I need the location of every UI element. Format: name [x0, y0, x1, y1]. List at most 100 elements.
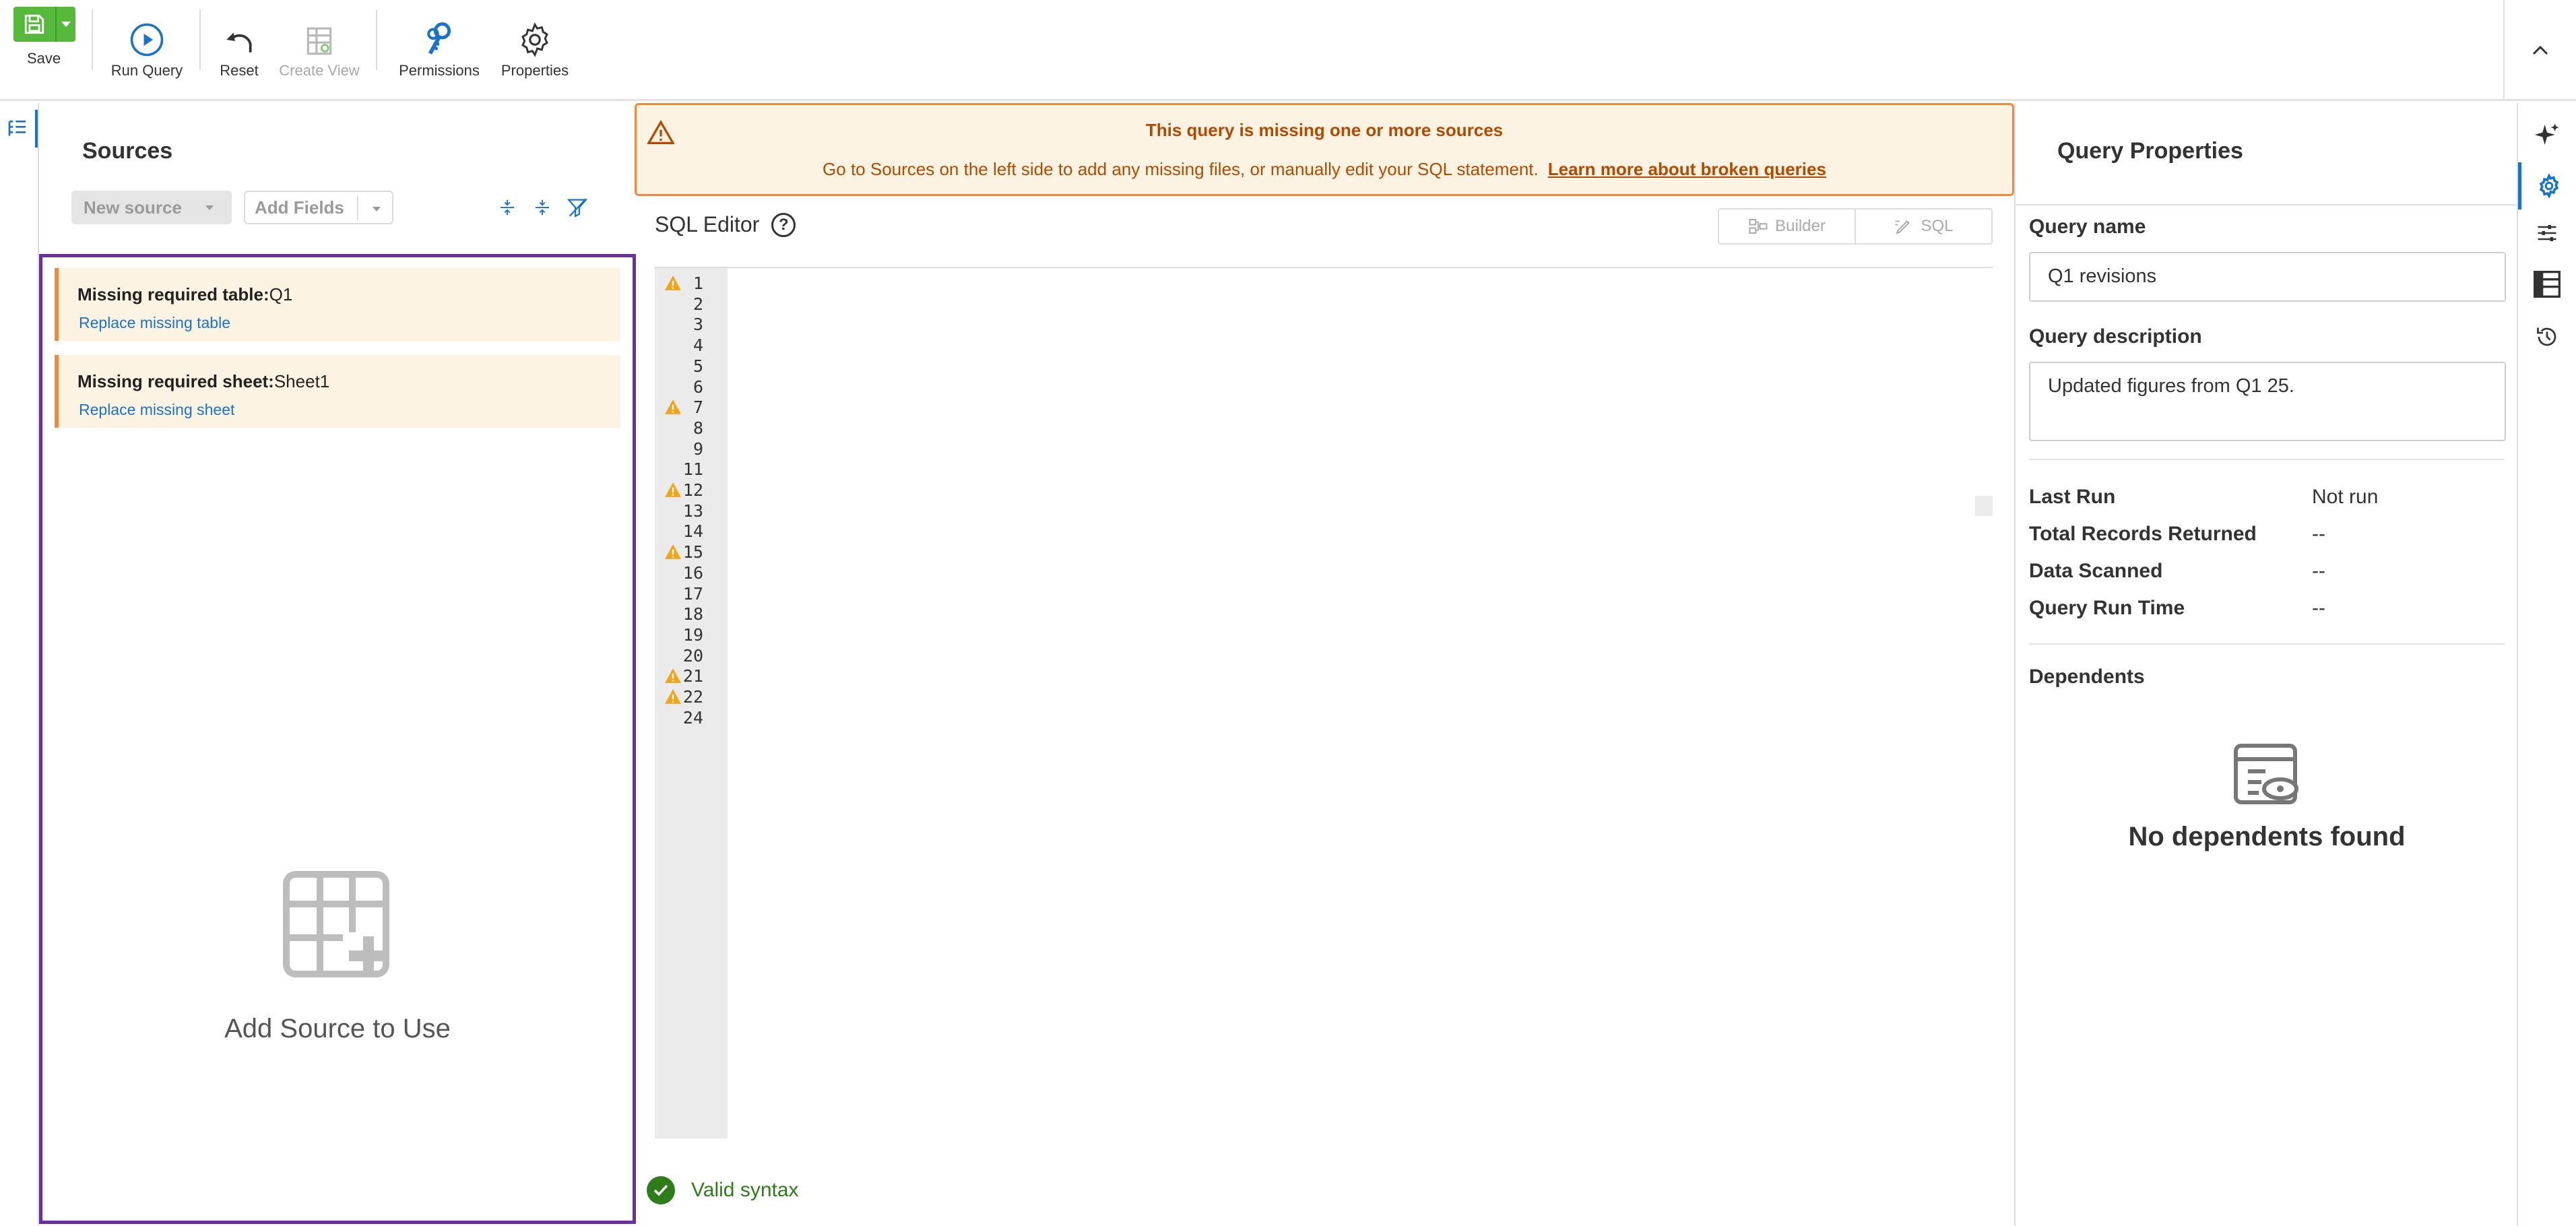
properties-title: Query Properties	[2057, 138, 2243, 164]
toolbar-divider	[92, 9, 93, 70]
toolbar-divider	[199, 9, 201, 70]
help-icon[interactable]: ?	[771, 212, 796, 237]
syntax-status-text: Valid syntax	[691, 1179, 799, 1201]
toolbar: Save Run Query Reset Create View Permiss…	[0, 0, 2576, 101]
chevron-up-icon	[2532, 45, 2548, 55]
line-number: 19	[682, 624, 703, 645]
banner-message: Go to Sources on the left side to add an…	[823, 159, 1539, 179]
history-button[interactable]	[2518, 313, 2576, 360]
line-number: 11	[682, 459, 703, 480]
table-columns-icon	[2534, 271, 2561, 298]
run-query-button[interactable]: Run Query	[106, 0, 187, 101]
sql-mode-button[interactable]: SQL	[1855, 209, 1991, 243]
right-rail	[2517, 103, 2576, 1226]
play-circle-icon	[130, 23, 164, 57]
broken-queries-link[interactable]: Learn more about broken queries	[1548, 159, 1826, 179]
sources-title: Sources	[82, 138, 173, 164]
schema-table-button[interactable]	[2518, 261, 2576, 308]
missing-item-name: Sheet1	[273, 371, 330, 391]
gear-icon	[2539, 174, 2558, 198]
editor-border	[655, 267, 1993, 268]
missing-sheet-item: Missing required sheet:Sheet1 Replace mi…	[55, 355, 620, 428]
no-dependents-text: No dependents found	[2128, 822, 2406, 851]
sparkle-icon	[2534, 123, 2559, 145]
add-table-icon	[283, 871, 389, 977]
line-warning-icon[interactable]	[664, 668, 682, 684]
divider	[357, 196, 358, 220]
builder-icon	[1749, 219, 1768, 234]
expand-icon	[501, 199, 514, 216]
save-options-dropdown[interactable]	[57, 7, 75, 42]
collapse-all-button[interactable]	[527, 192, 558, 223]
divider	[2029, 643, 2505, 645]
missing-item-name: Q1	[269, 284, 293, 304]
permissions-button[interactable]: Permissions	[391, 0, 488, 101]
line-number: 2	[693, 294, 703, 314]
line-number: 17	[682, 583, 703, 604]
query-description-label: Query description	[2029, 325, 2202, 348]
sources-list: Missing required table:Q1 Replace missin…	[39, 254, 636, 1224]
banner-title: This query is missing one or more source…	[1145, 120, 1504, 140]
sql-pencil-icon	[1895, 220, 1910, 234]
total-records-row: Total Records Returned --	[2029, 523, 2325, 545]
line-warning-icon[interactable]	[664, 688, 682, 705]
line-number: 4	[693, 335, 703, 356]
expand-all-button[interactable]	[492, 192, 523, 223]
save-split-button[interactable]	[13, 7, 75, 42]
line-number: 20	[682, 645, 703, 666]
line-number: 8	[693, 418, 703, 438]
save-button[interactable]	[13, 7, 57, 42]
sql-editor-title: SQL Editor	[655, 212, 760, 236]
missing-sources-banner: This query is missing one or more source…	[635, 103, 2014, 196]
properties-tab[interactable]	[2518, 162, 2576, 209]
left-rail	[0, 103, 38, 1226]
sources-panel: Sources New source Add Fields Missing re…	[38, 103, 636, 1226]
query-name-input[interactable]: Q1 revisions	[2029, 252, 2506, 302]
clear-filter-button[interactable]	[562, 192, 593, 223]
settings-sliders-button[interactable]	[2518, 209, 2576, 257]
ai-assist-button[interactable]	[2518, 111, 2576, 158]
editor-scrollbar-thumb[interactable]	[1975, 496, 1993, 516]
line-number: 18	[682, 604, 703, 624]
line-number: 3	[693, 315, 703, 335]
no-dependents-state: No dependents found	[2016, 743, 2518, 852]
new-source-label: New source	[84, 197, 182, 218]
line-number: 13	[682, 501, 703, 521]
replace-missing-sheet-link[interactable]: Replace missing sheet	[79, 401, 234, 419]
sources-tab[interactable]	[0, 110, 38, 148]
line-warning-icon[interactable]	[664, 482, 682, 498]
editor-mode-switch: Builder SQL	[1718, 208, 1993, 245]
line-number: 24	[682, 707, 703, 728]
dependents-label: Dependents	[2029, 666, 2145, 688]
data-scanned-row: Data Scanned --	[2029, 560, 2325, 582]
line-warning-icon[interactable]	[664, 544, 682, 560]
new-source-button[interactable]: New source	[71, 191, 232, 224]
add-fields-button[interactable]: Add Fields	[244, 191, 393, 224]
builder-mode-button[interactable]: Builder	[1719, 209, 1855, 243]
gear-icon	[521, 22, 548, 57]
line-warning-icon[interactable]	[664, 399, 682, 415]
create-view-button[interactable]: Create View	[272, 0, 366, 101]
query-description-textarea[interactable]: Updated figures from Q1 25.	[2029, 362, 2506, 441]
key-icon	[427, 22, 451, 55]
floppy-disk-icon	[24, 14, 44, 34]
toolbar-divider	[376, 9, 377, 70]
reset-button[interactable]: Reset	[210, 0, 268, 101]
line-number: 9	[693, 439, 703, 459]
line-number-gutter: 1 2 3 4 5 6 7 8 9 11 12 13 14 15 16 17 18 19 20 21 22 24	[655, 268, 728, 1138]
line-warning-icon[interactable]	[664, 275, 682, 291]
query-run-time-row: Query Run Time --	[2029, 597, 2325, 619]
last-run-row: Last Run Not run	[2029, 486, 2379, 508]
sliders-icon	[2538, 225, 2556, 241]
save-label: Save	[27, 50, 61, 67]
collapse-toolbar-button[interactable]	[2503, 0, 2576, 101]
caret-down-icon	[61, 22, 71, 27]
missing-item-prefix: Missing required sheet:	[77, 371, 274, 391]
query-properties-panel: Query Properties Query name Q1 revisions…	[2014, 103, 2518, 1226]
replace-missing-table-link[interactable]: Replace missing table	[79, 314, 230, 332]
caret-down-icon	[205, 205, 214, 210]
dependents-icon	[2234, 744, 2298, 804]
tree-list-icon	[8, 121, 26, 136]
properties-button[interactable]: Properties	[492, 0, 578, 101]
line-number: 14	[682, 521, 703, 542]
